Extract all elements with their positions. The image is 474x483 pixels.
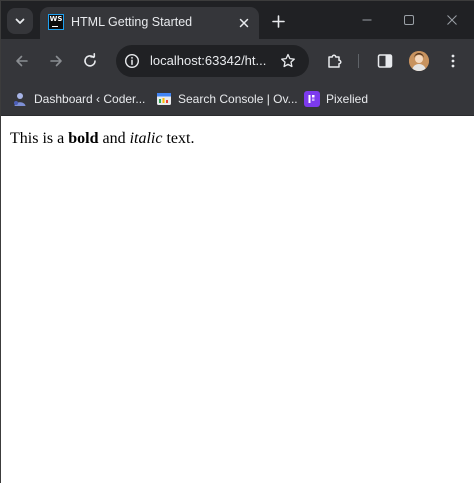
url-text: localhost:63342/ht... bbox=[150, 53, 267, 68]
tab-search-button[interactable] bbox=[7, 8, 33, 34]
puzzle-icon bbox=[328, 54, 342, 68]
italic-text: italic bbox=[129, 130, 163, 147]
search-console-icon bbox=[156, 91, 172, 107]
arrow-right-icon bbox=[50, 55, 62, 67]
toolbar-divider bbox=[358, 54, 359, 68]
bookmark-label: Dashboard ‹ Coder... bbox=[34, 92, 146, 106]
tab-close-button[interactable] bbox=[235, 14, 253, 32]
minimize-button[interactable] bbox=[353, 8, 381, 32]
side-panel-button[interactable] bbox=[373, 49, 397, 73]
close-icon bbox=[239, 18, 249, 28]
more-vertical-icon bbox=[451, 54, 455, 68]
side-panel-icon bbox=[377, 54, 393, 68]
back-button[interactable] bbox=[10, 49, 34, 73]
page-viewport: This is a bold and italic text. bbox=[1, 116, 474, 483]
site-info-button[interactable] bbox=[122, 51, 142, 71]
maximize-icon bbox=[404, 15, 414, 25]
chevron-down-icon bbox=[15, 18, 25, 24]
extensions-button[interactable] bbox=[323, 49, 347, 73]
reload-icon bbox=[84, 53, 96, 67]
title-bar: WS HTML Getting Started bbox=[1, 1, 474, 39]
info-icon bbox=[124, 53, 140, 69]
paragraph-text: and bbox=[98, 130, 130, 147]
paragraph-text: text. bbox=[162, 130, 195, 147]
bookmark-label: Pixelied bbox=[326, 92, 369, 106]
chrome-menu-button[interactable] bbox=[441, 49, 465, 73]
bookmark-dashboard[interactable]: Dashboard ‹ Coder... bbox=[12, 89, 145, 109]
bookmark-star-button[interactable] bbox=[278, 51, 298, 71]
close-window-button[interactable] bbox=[438, 8, 466, 32]
bookmarks-bar: Dashboard ‹ Coder... Search Console | Ov… bbox=[1, 83, 474, 116]
page-paragraph: This is a bold and italic text. bbox=[10, 130, 194, 148]
pixelied-icon bbox=[304, 91, 320, 107]
bookmark-search-console[interactable]: Search Console | Ov... bbox=[156, 89, 298, 109]
close-icon bbox=[447, 15, 457, 25]
paragraph-text: This is a bbox=[10, 130, 69, 147]
maximize-button[interactable] bbox=[395, 8, 423, 32]
new-tab-button[interactable] bbox=[267, 10, 289, 32]
address-bar[interactable]: localhost:63342/ht... bbox=[116, 45, 309, 77]
wordpress-icon bbox=[12, 91, 28, 107]
minimize-icon bbox=[362, 19, 372, 21]
active-tab[interactable]: WS HTML Getting Started bbox=[40, 7, 259, 39]
arrow-left-icon bbox=[16, 55, 28, 67]
reload-button[interactable] bbox=[78, 49, 102, 73]
tab-title: HTML Getting Started bbox=[71, 15, 193, 29]
avatar-image bbox=[409, 51, 429, 71]
browser-window: WS HTML Getting Started localhost:63342/… bbox=[0, 0, 474, 483]
star-icon bbox=[281, 53, 295, 68]
toolbar: localhost:63342/ht... bbox=[1, 39, 474, 83]
profile-avatar[interactable] bbox=[409, 51, 429, 71]
bookmark-pixelied[interactable]: Pixelied bbox=[304, 89, 368, 109]
bookmark-label: Search Console | Ov... bbox=[178, 92, 298, 106]
forward-button[interactable] bbox=[44, 49, 68, 73]
bold-text: bold bbox=[68, 130, 99, 147]
plus-icon bbox=[271, 14, 285, 28]
webstorm-icon: WS bbox=[48, 14, 64, 30]
